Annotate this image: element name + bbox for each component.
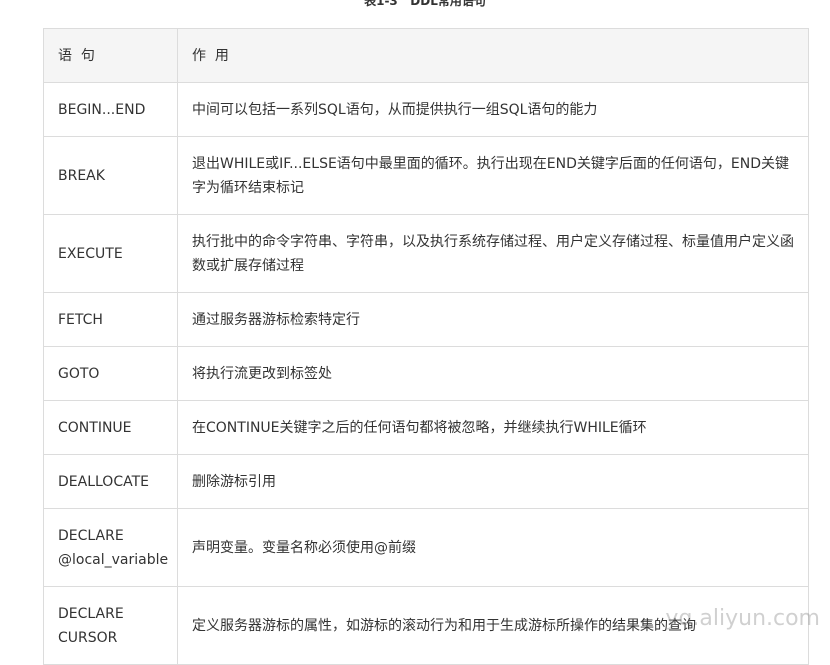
description-cell: 在CONTINUE关键字之后的任何语句都将被忽略，并继续执行WHILE循环 xyxy=(177,400,809,455)
statement-cell: BREAK xyxy=(43,136,178,215)
description-cell: 通过服务器游标检索特定行 xyxy=(177,292,809,347)
column-header-purpose: 作 用 xyxy=(177,28,809,83)
table-row: DEALLOCATE 删除游标引用 xyxy=(43,454,809,509)
ddl-statements-table: 语 句 作 用 BEGIN...END 中间可以包括一系列SQL语句，从而提供执… xyxy=(43,28,809,665)
description-cell: 将执行流更改到标签处 xyxy=(177,346,809,401)
statement-cell: EXECUTE xyxy=(43,214,178,293)
column-header-statement: 语 句 xyxy=(43,28,178,83)
table-row: CONTINUE 在CONTINUE关键字之后的任何语句都将被忽略，并继续执行W… xyxy=(43,400,809,455)
statement-cell: DECLARE @local_variable xyxy=(43,508,178,587)
table-row: FETCH 通过服务器游标检索特定行 xyxy=(43,292,809,347)
description-cell: 中间可以包括一系列SQL语句，从而提供执行一组SQL语句的能力 xyxy=(177,82,809,137)
table-row: DECLARE @local_variable 声明变量。变量名称必须使用@前缀 xyxy=(43,508,809,587)
description-cell: 执行批中的命令字符串、字符串，以及执行系统存储过程、用户定义存储过程、标量值用户… xyxy=(177,214,809,293)
statement-cell: DECLARE CURSOR xyxy=(43,586,178,665)
statement-cell: CONTINUE xyxy=(43,400,178,455)
description-cell: 删除游标引用 xyxy=(177,454,809,509)
table-row: BREAK 退出WHILE或IF...ELSE语句中最里面的循环。执行出现在EN… xyxy=(43,136,809,215)
description-cell: 退出WHILE或IF...ELSE语句中最里面的循环。执行出现在END关键字后面… xyxy=(177,136,809,215)
table-row: GOTO 将执行流更改到标签处 xyxy=(43,346,809,401)
statement-cell: BEGIN...END xyxy=(43,82,178,137)
table-header-row: 语 句 作 用 xyxy=(43,28,809,83)
table-row: BEGIN...END 中间可以包括一系列SQL语句，从而提供执行一组SQL语句… xyxy=(43,82,809,137)
statement-cell: DEALLOCATE xyxy=(43,454,178,509)
table-row: EXECUTE 执行批中的命令字符串、字符串，以及执行系统存储过程、用户定义存储… xyxy=(43,214,809,293)
table-caption: 表1-3 DDL常用语句 xyxy=(364,0,486,8)
statement-cell: FETCH xyxy=(43,292,178,347)
site-watermark: yq.aliyun.com xyxy=(665,606,820,631)
description-cell: 声明变量。变量名称必须使用@前缀 xyxy=(177,508,809,587)
statement-cell: GOTO xyxy=(43,346,178,401)
